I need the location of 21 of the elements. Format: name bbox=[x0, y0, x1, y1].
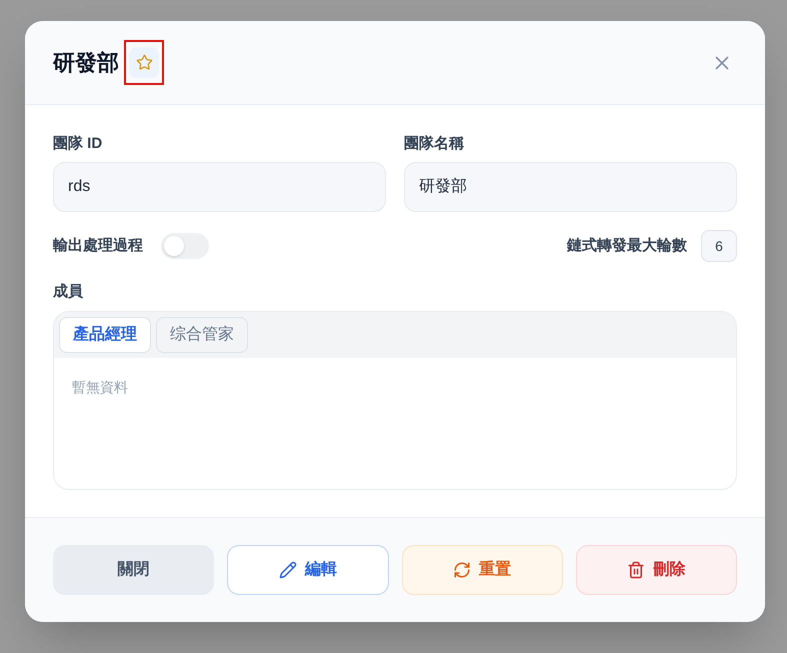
refresh-icon bbox=[453, 561, 472, 579]
trash-icon bbox=[627, 561, 646, 579]
pencil-icon bbox=[278, 561, 297, 579]
reset-button[interactable]: 重置 bbox=[402, 545, 563, 595]
number-field[interactable]: 6 bbox=[701, 230, 737, 262]
text-field[interactable]: 研發部 bbox=[404, 162, 737, 212]
max-rounds-label: 鏈式轉發最大輪數 bbox=[567, 236, 687, 256]
toggle-label: 輸出處理過程 bbox=[53, 236, 143, 256]
delete-button[interactable]: 刪除 bbox=[576, 545, 737, 595]
empty-message: 暫無資料 bbox=[72, 379, 128, 395]
toggle-switch[interactable] bbox=[161, 233, 209, 259]
member-tab[interactable]: 產品經理 bbox=[59, 317, 151, 353]
member-tab[interactable]: 综合管家 bbox=[156, 317, 248, 353]
close-button[interactable]: 關閉 bbox=[53, 545, 214, 595]
star-icon[interactable] bbox=[129, 47, 159, 78]
edit-button[interactable]: 編輯 bbox=[227, 545, 388, 595]
field-label: 團隊 ID bbox=[53, 134, 104, 154]
field-label: 團隊名稱 bbox=[404, 134, 465, 154]
dialog-title: 研發部 bbox=[53, 52, 119, 74]
members-label: 成員 bbox=[53, 282, 84, 302]
text-field[interactable]: rds bbox=[53, 162, 386, 212]
